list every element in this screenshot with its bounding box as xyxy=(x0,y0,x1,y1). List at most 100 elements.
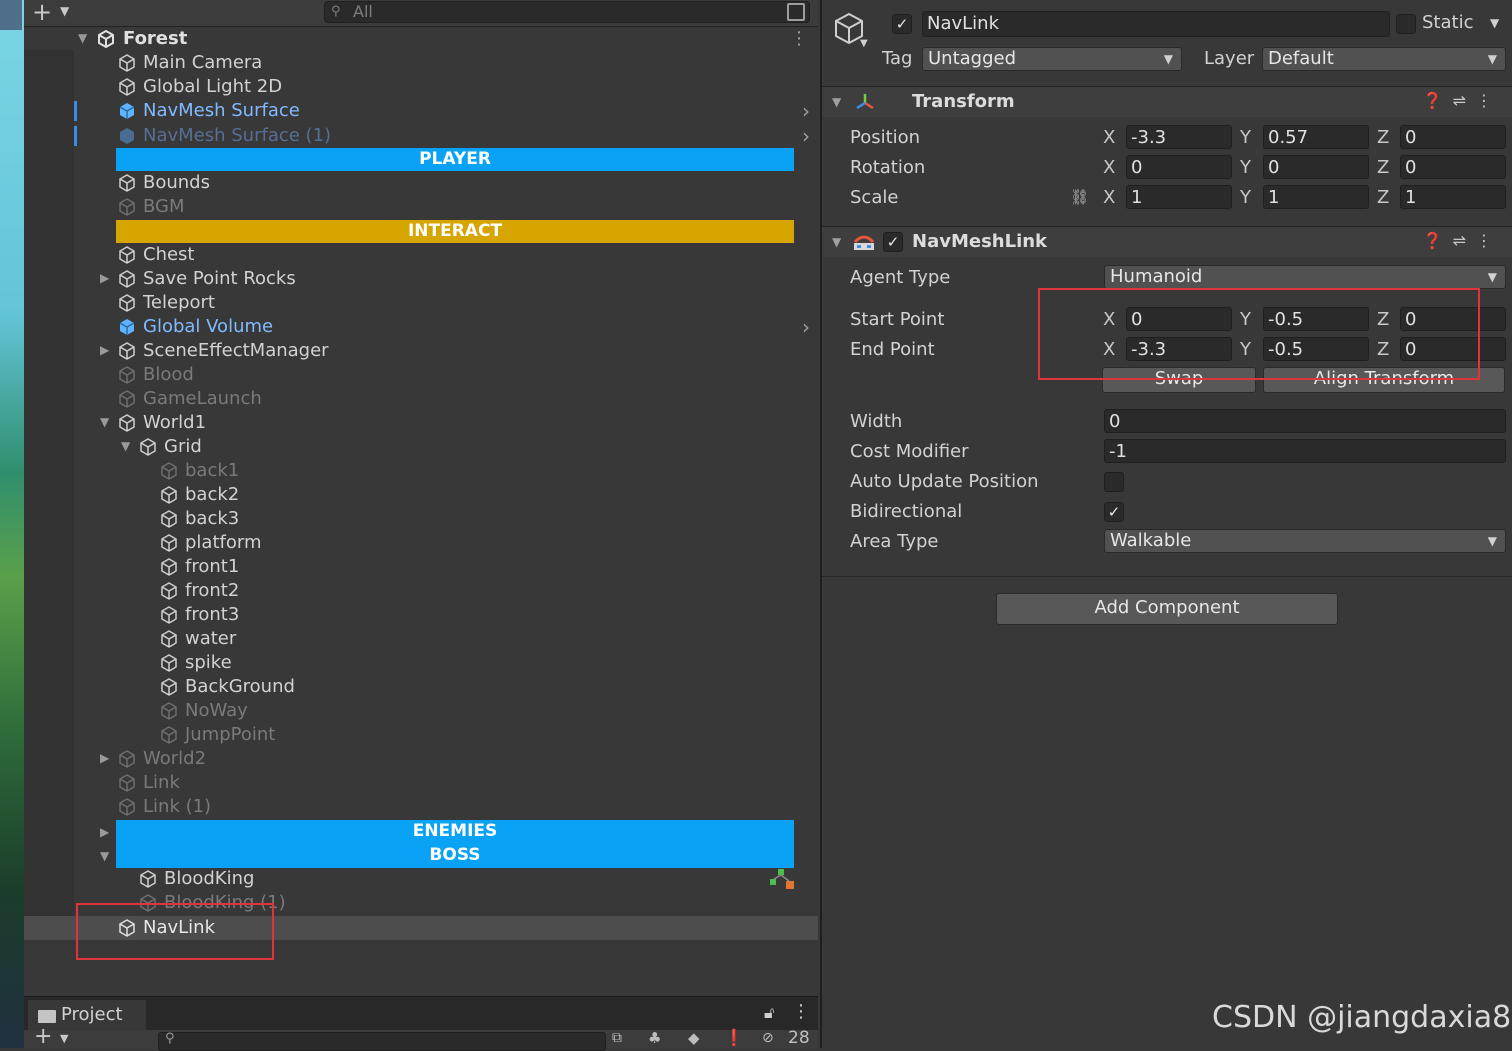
hierarchy-item[interactable]: NavMesh Surface › xyxy=(24,99,818,123)
expand-arrow-icon[interactable]: ▶ xyxy=(100,751,109,765)
expand-arrow-icon[interactable]: ▼ xyxy=(121,439,130,453)
width-field[interactable]: 0 xyxy=(1104,409,1506,433)
navmeshlink-header[interactable]: ▼ ✓ NavMeshLink ❓⇌⋮ xyxy=(822,226,1512,257)
hierarchy-root-scene[interactable]: ▼ Forest ⋮ xyxy=(24,27,818,51)
component-header-icons[interactable]: ❓⇌⋮ xyxy=(1423,231,1502,250)
hierarchy-item[interactable]: NavMesh Surface (1) › xyxy=(24,124,818,148)
scene-dropdown[interactable] xyxy=(0,0,22,30)
chevron-down-icon[interactable]: ▼ xyxy=(860,38,868,49)
static-checkbox[interactable] xyxy=(1396,14,1416,34)
rotation-x-field[interactable]: 0 xyxy=(1126,155,1232,179)
hidden-eye-icon[interactable]: ⊘ xyxy=(762,1030,774,1046)
auto-update-checkbox[interactable] xyxy=(1104,472,1124,492)
position-x-field[interactable]: -3.3 xyxy=(1126,125,1232,149)
hierarchy-item[interactable]: Teleport xyxy=(24,291,818,315)
active-checkbox[interactable]: ✓ xyxy=(892,14,912,34)
chevron-right-icon[interactable]: › xyxy=(802,99,810,123)
lock-icon[interactable]: 🔓︎ xyxy=(764,1003,774,1023)
hierarchy-item[interactable]: front1 xyxy=(24,555,818,579)
hierarchy-item[interactable]: BackGround xyxy=(24,675,818,699)
hierarchy-item[interactable]: back3 xyxy=(24,507,818,531)
hierarchy-item[interactable]: ▼ World1 xyxy=(24,411,818,435)
chevron-down-icon[interactable]: ▼ xyxy=(1490,16,1499,30)
hierarchy-item[interactable]: back1 xyxy=(24,459,818,483)
hierarchy-item[interactable]: Link (1) xyxy=(24,795,818,819)
cost-modifier-field[interactable]: -1 xyxy=(1104,439,1506,463)
more-icon[interactable]: ⋮ xyxy=(1476,231,1502,250)
filter-type-icon[interactable]: ♣ xyxy=(648,1029,661,1047)
position-z-field[interactable]: 0 xyxy=(1400,125,1506,149)
hierarchy-item[interactable]: JumpPoint xyxy=(24,723,818,747)
position-y-field[interactable]: 0.57 xyxy=(1263,125,1369,149)
more-icon[interactable]: ⋮ xyxy=(792,1001,810,1022)
hierarchy-item[interactable]: Global Volume › xyxy=(24,315,818,339)
expand-arrow-icon[interactable]: ▼ xyxy=(100,415,109,429)
hierarchy-item[interactable]: GameLaunch xyxy=(24,387,818,411)
hierarchy-item[interactable]: spike xyxy=(24,651,818,675)
maximize-icon[interactable]: ⧉ xyxy=(612,1030,622,1046)
rotation-y-field[interactable]: 0 xyxy=(1263,155,1369,179)
hierarchy-item[interactable]: ▶ World2 xyxy=(24,747,818,771)
help-icon[interactable]: ❓ xyxy=(1423,231,1453,250)
chevron-right-icon[interactable]: › xyxy=(802,124,810,148)
hierarchy-item[interactable]: BGM xyxy=(24,195,818,219)
hierarchy-item[interactable]: Global Light 2D xyxy=(24,75,818,99)
expand-arrow-icon[interactable]: ▶ xyxy=(100,271,109,285)
hierarchy-item[interactable]: Blood xyxy=(24,363,818,387)
hierarchy-item[interactable]: Main Camera xyxy=(24,51,818,75)
separator-interact[interactable]: INTERACT xyxy=(116,220,794,243)
hierarchy-item[interactable]: front2 xyxy=(24,579,818,603)
preset-icon[interactable]: ⇌ xyxy=(1453,91,1476,110)
rotation-z-field[interactable]: 0 xyxy=(1400,155,1506,179)
help-icon[interactable]: ❓ xyxy=(1423,91,1453,110)
separator-player[interactable]: PLAYER xyxy=(116,148,794,171)
alert-icon[interactable]: ❗ xyxy=(724,1028,744,1047)
more-icon[interactable]: ⋮ xyxy=(1476,91,1502,110)
hierarchy-search-input[interactable]: ⚲ All xyxy=(324,1,810,23)
expand-arrow-icon[interactable]: ▼ xyxy=(78,31,87,45)
tag-dropdown[interactable]: Untagged ▼ xyxy=(922,47,1182,71)
scale-z-field[interactable]: 1 xyxy=(1400,185,1506,209)
hierarchy-item[interactable]: ▼ Grid xyxy=(24,435,818,459)
chevron-right-icon[interactable]: › xyxy=(802,315,810,339)
maximize-icon[interactable] xyxy=(787,3,805,21)
preset-icon[interactable]: ⇌ xyxy=(1453,231,1476,250)
component-header-icons[interactable]: ❓⇌⋮ xyxy=(1423,91,1502,110)
hierarchy-item[interactable]: platform xyxy=(24,531,818,555)
component-enabled-checkbox[interactable]: ✓ xyxy=(883,232,903,252)
expand-arrow-icon[interactable]: ▶ xyxy=(100,825,109,839)
layer-dropdown[interactable]: Default ▼ xyxy=(1262,47,1506,71)
chevron-down-icon[interactable]: ▼ xyxy=(60,4,69,18)
scale-x-field[interactable]: 1 xyxy=(1126,185,1232,209)
hierarchy-item[interactable]: BloodKing xyxy=(24,867,818,891)
bidirectional-checkbox[interactable]: ✓ xyxy=(1104,502,1124,522)
agent-type-dropdown[interactable]: Humanoid ▼ xyxy=(1104,265,1506,289)
expand-arrow-icon[interactable]: ▶ xyxy=(100,343,109,357)
constrain-proportions-icon[interactable]: ⛓︎ xyxy=(1070,188,1089,206)
hierarchy-item[interactable]: water xyxy=(24,627,818,651)
hierarchy-item[interactable]: NoWay xyxy=(24,699,818,723)
fold-arrow-icon[interactable]: ▼ xyxy=(832,95,841,109)
add-icon[interactable]: + xyxy=(34,1024,52,1049)
tag-icon[interactable]: ◆ xyxy=(688,1029,700,1047)
project-search-input[interactable]: ⚲ xyxy=(158,1031,606,1051)
chevron-down-icon[interactable]: ▼ xyxy=(60,1032,68,1045)
hierarchy-item[interactable]: back2 xyxy=(24,483,818,507)
hierarchy-item[interactable]: Chest xyxy=(24,243,818,267)
transform-header[interactable]: ▼ Transform ❓⇌⋮ xyxy=(822,86,1512,117)
more-icon[interactable]: ⋮ xyxy=(790,27,808,51)
hierarchy-item[interactable]: ▶ SceneEffectManager xyxy=(24,339,818,363)
hierarchy-item[interactable]: Bounds xyxy=(24,171,818,195)
expand-arrow-icon[interactable]: ▼ xyxy=(100,849,109,863)
separator-boss[interactable]: BOSS xyxy=(116,844,794,867)
scale-y-field[interactable]: 1 xyxy=(1263,185,1369,209)
add-component-button[interactable]: Add Component xyxy=(996,593,1338,625)
object-name-field[interactable]: NavLink xyxy=(922,11,1390,37)
hierarchy-item[interactable]: ▶ Save Point Rocks xyxy=(24,267,818,291)
hierarchy-item[interactable]: Link xyxy=(24,771,818,795)
area-type-dropdown[interactable]: Walkable ▼ xyxy=(1104,529,1506,553)
hierarchy-item[interactable]: front3 xyxy=(24,603,818,627)
fold-arrow-icon[interactable]: ▼ xyxy=(832,235,841,249)
add-icon[interactable]: + xyxy=(32,0,52,26)
separator-enemies[interactable]: ENEMIES xyxy=(116,820,794,843)
